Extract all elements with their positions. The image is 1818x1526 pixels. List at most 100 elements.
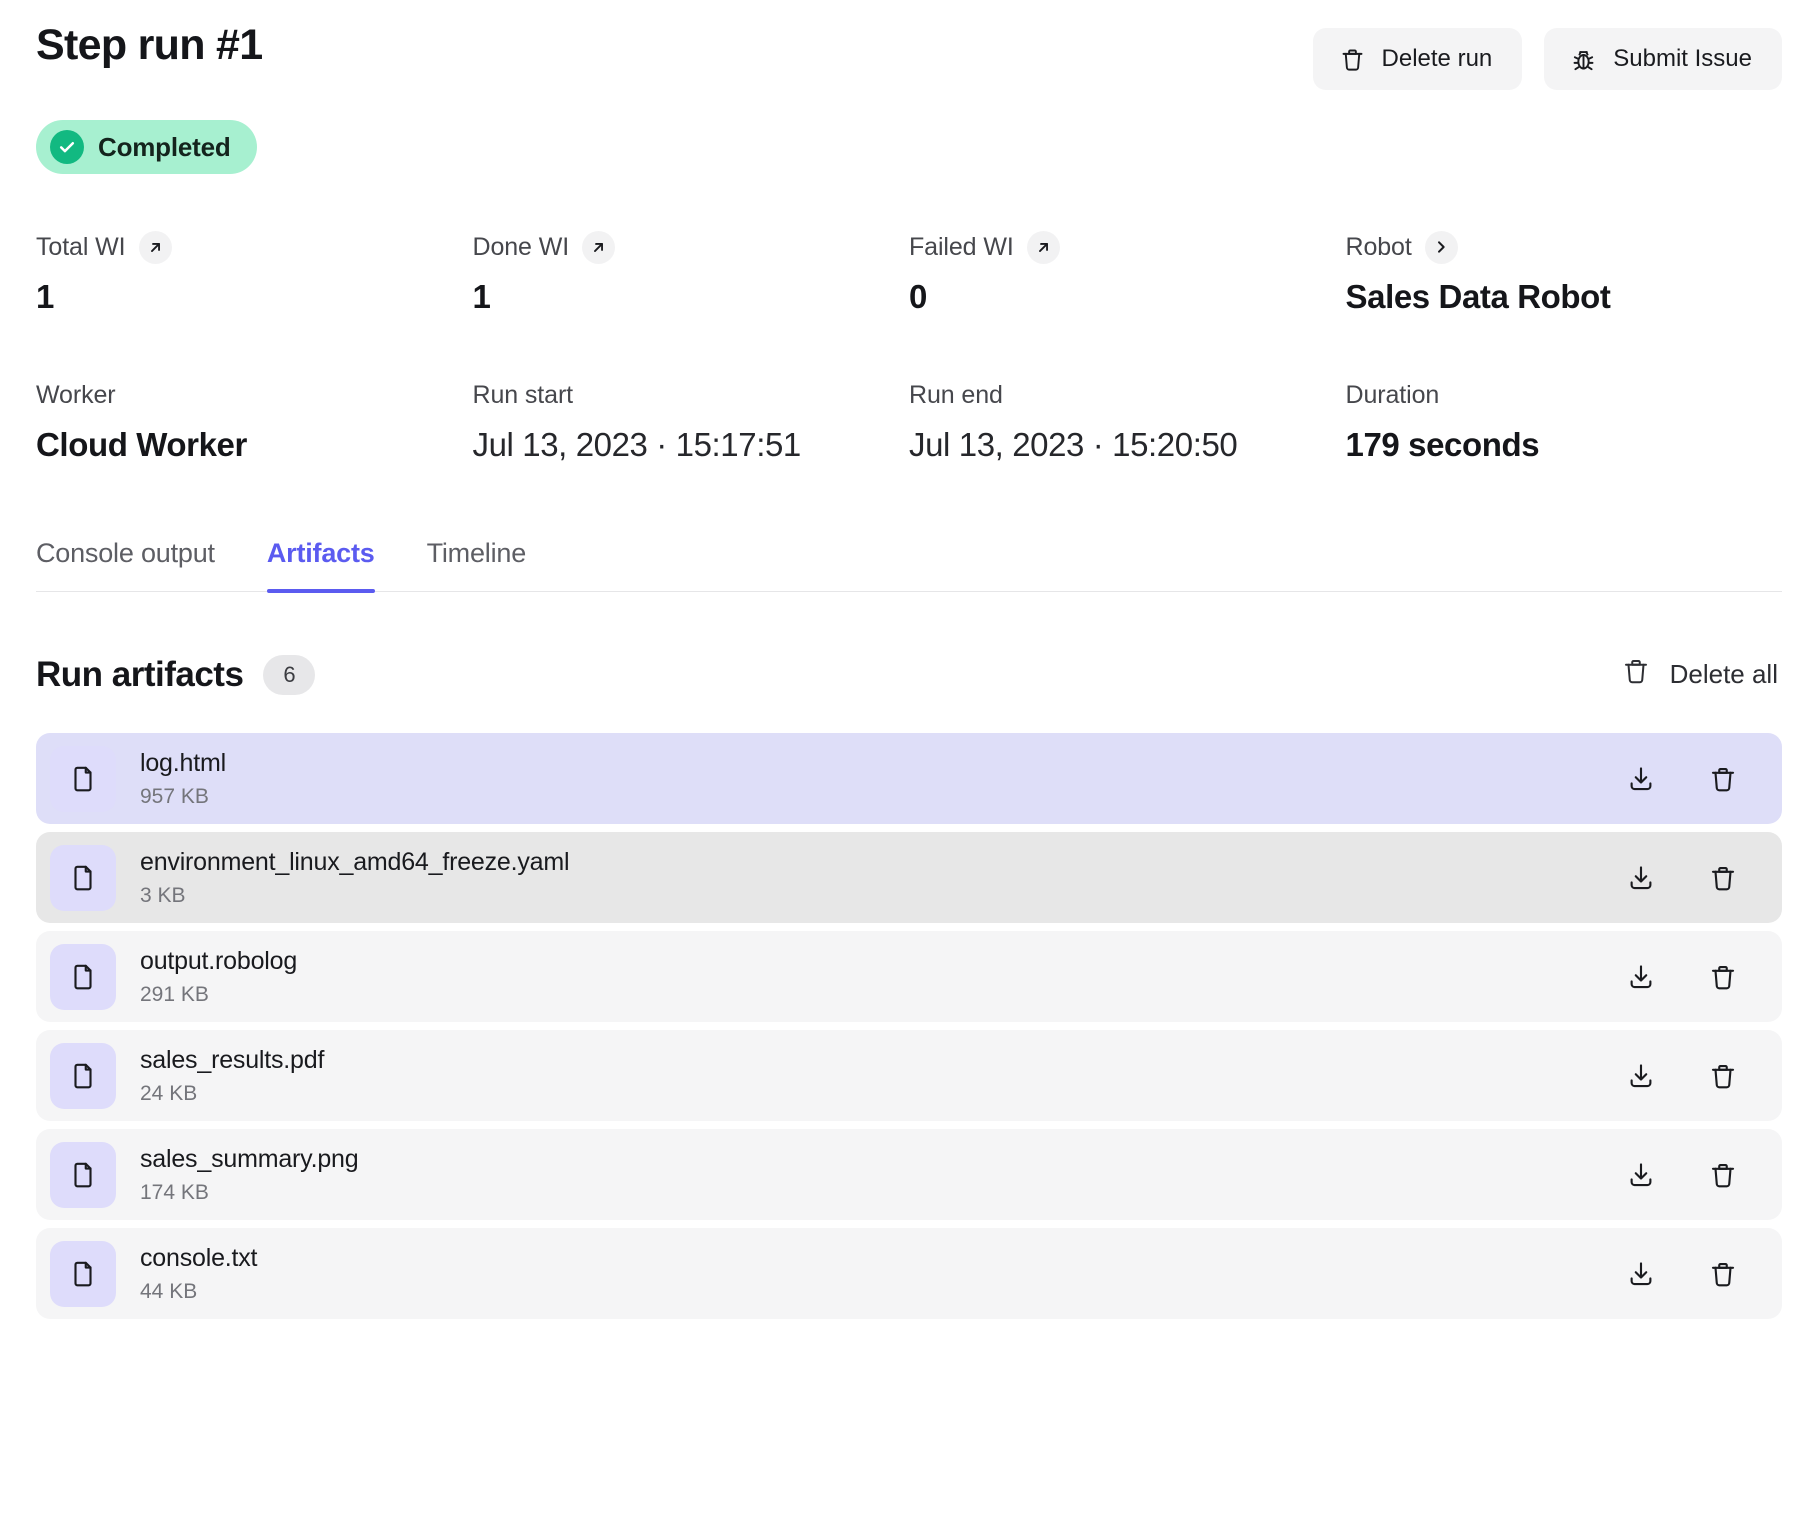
table-row[interactable]: environment_linux_amd64_freeze.yaml 3 KB (36, 832, 1782, 923)
stat-label: Duration (1345, 380, 1440, 409)
table-row[interactable]: sales_summary.png 174 KB (36, 1129, 1782, 1220)
row-actions (1622, 1057, 1742, 1095)
row-actions (1622, 1156, 1742, 1194)
download-icon[interactable] (1622, 1255, 1660, 1293)
stat-value: 179 seconds (1345, 426, 1540, 463)
tab-timeline[interactable]: Timeline (427, 538, 527, 591)
step-run-detail-page: Step run #1 Delete run Submit Issue Comp… (0, 0, 1818, 1526)
stat-value: Cloud Worker (36, 426, 247, 463)
status-row: Completed (36, 120, 1782, 174)
arrow-up-right-icon[interactable] (138, 230, 172, 264)
file-size: 24 KB (140, 1081, 198, 1105)
row-actions (1622, 958, 1742, 996)
file-icon (50, 1141, 116, 1208)
file-size: 3 KB (140, 883, 186, 907)
page-header: Step run #1 Delete run Submit Issue (36, 0, 1782, 90)
trash-icon[interactable] (1704, 1255, 1742, 1293)
submit-issue-button[interactable]: Submit Issue (1544, 28, 1782, 90)
table-row[interactable]: sales_results.pdf 24 KB (36, 1030, 1782, 1121)
artifacts-title: Run artifacts (36, 654, 244, 694)
stat-done-wi: Done WI 1 (473, 230, 910, 316)
arrow-up-right-icon[interactable] (1026, 230, 1060, 264)
file-size: 174 KB (140, 1180, 209, 1204)
arrow-up-right-icon[interactable] (582, 230, 616, 264)
download-icon[interactable] (1622, 1057, 1660, 1095)
download-icon[interactable] (1622, 859, 1660, 897)
file-icon (50, 943, 116, 1010)
artifacts-title-group: Run artifacts 6 (36, 654, 316, 695)
status-badge: Completed (36, 120, 257, 174)
download-icon[interactable] (1622, 958, 1660, 996)
chevron-right-icon[interactable] (1424, 230, 1458, 264)
stat-duration: Duration 179 seconds (1346, 378, 1783, 464)
file-meta: log.html 957 KB (140, 748, 1622, 808)
table-row[interactable]: console.txt 44 KB (36, 1228, 1782, 1319)
stat-value: Jul 13, 2023 · 15:20:50 (909, 426, 1238, 463)
file-size: 957 KB (140, 784, 209, 808)
file-size: 291 KB (140, 982, 209, 1006)
file-name: sales_results.pdf (140, 1046, 325, 1075)
trash-icon[interactable] (1704, 859, 1742, 897)
file-size: 44 KB (140, 1279, 198, 1303)
tab-console-output[interactable]: Console output (36, 538, 215, 591)
stat-value: 0 (909, 278, 927, 315)
file-icon (50, 1240, 116, 1307)
header-actions: Delete run Submit Issue (1312, 22, 1782, 90)
trash-icon[interactable] (1704, 1057, 1742, 1095)
stat-label: Total WI (36, 232, 126, 261)
delete-all-button[interactable]: Delete all (1617, 650, 1782, 699)
stat-total-wi: Total WI 1 (36, 230, 473, 316)
page-title: Step run #1 (36, 21, 263, 69)
table-row[interactable]: output.robolog 291 KB (36, 931, 1782, 1022)
file-meta: output.robolog 291 KB (140, 946, 1622, 1006)
tab-artifacts[interactable]: Artifacts (266, 538, 375, 593)
bug-icon (1570, 46, 1597, 73)
trash-icon[interactable] (1704, 958, 1742, 996)
file-name: environment_linux_amd64_freeze.yaml (140, 848, 570, 877)
file-icon (50, 844, 116, 911)
file-icon (50, 745, 116, 812)
trash-icon (1621, 656, 1651, 693)
file-name: log.html (140, 749, 226, 778)
table-row[interactable]: log.html 957 KB (36, 733, 1782, 824)
file-meta: console.txt 44 KB (140, 1243, 1622, 1303)
stat-value: 1 (472, 278, 491, 315)
stat-label: Run end (909, 380, 1003, 409)
stat-worker: Worker Cloud Worker (36, 378, 473, 464)
delete-run-button[interactable]: Delete run (1312, 28, 1523, 90)
primary-stats-grid: Total WI 1 Done WI 1 Failed WI 0 Robot S… (36, 230, 1782, 316)
stat-failed-wi: Failed WI 0 (909, 230, 1346, 316)
file-name: output.robolog (140, 947, 298, 976)
delete-all-label: Delete all (1669, 659, 1778, 689)
submit-issue-label: Submit Issue (1613, 45, 1752, 72)
artifacts-count-badge: 6 (263, 654, 316, 695)
stat-value: 1 (36, 278, 54, 315)
tab-bar: Console output Artifacts Timeline (36, 538, 1782, 593)
artifacts-header: Run artifacts 6 Delete all (36, 650, 1782, 699)
file-name: sales_summary.png (140, 1145, 359, 1174)
file-icon (50, 1042, 116, 1109)
delete-run-label: Delete run (1381, 45, 1493, 72)
download-icon[interactable] (1622, 1156, 1660, 1194)
stat-value: Jul 13, 2023 · 15:17:51 (472, 426, 802, 463)
trash-icon[interactable] (1704, 760, 1742, 798)
stat-label: Run start (472, 380, 574, 409)
file-name: console.txt (140, 1244, 258, 1273)
row-actions (1622, 1255, 1742, 1293)
stat-run-end: Run end Jul 13, 2023 · 15:20:50 (909, 378, 1346, 464)
stat-label: Robot (1345, 232, 1412, 261)
download-icon[interactable] (1622, 760, 1660, 798)
file-meta: environment_linux_amd64_freeze.yaml 3 KB (140, 847, 1622, 907)
file-meta: sales_summary.png 174 KB (140, 1144, 1622, 1204)
secondary-stats-grid: Worker Cloud Worker Run start Jul 13, 20… (36, 378, 1782, 464)
status-label: Completed (98, 131, 231, 162)
trash-icon[interactable] (1704, 1156, 1742, 1194)
artifact-list: log.html 957 KB environment_linux_amd64_… (36, 733, 1782, 1319)
row-actions (1622, 760, 1742, 798)
stat-run-start: Run start Jul 13, 2023 · 15:17:51 (473, 378, 910, 464)
file-meta: sales_results.pdf 24 KB (140, 1045, 1622, 1105)
stat-robot: Robot Sales Data Robot (1346, 230, 1783, 316)
row-actions (1622, 859, 1742, 897)
check-circle-icon (50, 130, 84, 164)
stat-value: Sales Data Robot (1345, 278, 1611, 315)
